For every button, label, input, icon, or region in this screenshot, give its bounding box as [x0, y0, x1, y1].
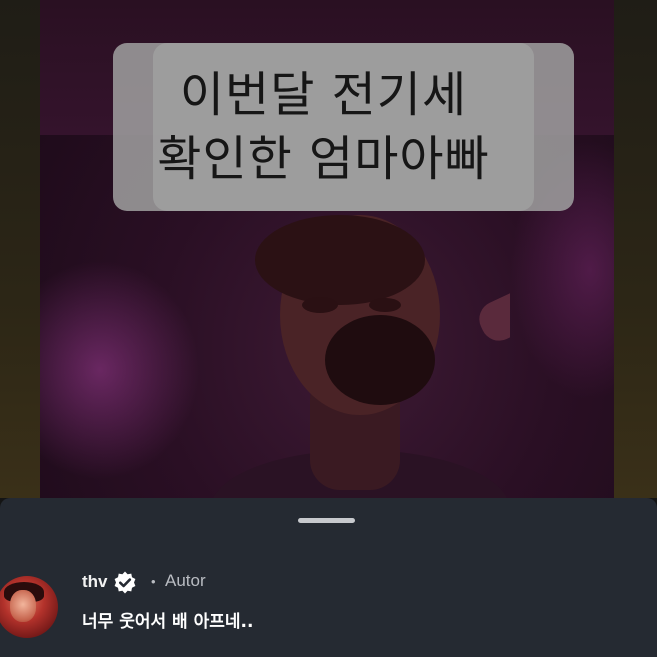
singer-silhouette: [213, 215, 510, 498]
meta-separator: •: [151, 574, 156, 589]
video-caption-box: 이번달 전기세 확인한 엄마아빠: [113, 43, 534, 211]
author-tag: Autor: [165, 571, 206, 590]
verified-badge-icon: [114, 571, 136, 594]
comments-sheet: thv • Autor 너무 웃어서 배 아프네..: [0, 498, 657, 657]
comment-username[interactable]: thv: [82, 572, 108, 592]
background-left-strip: [0, 0, 40, 498]
caption-line-1: 이번달 전기세: [179, 67, 468, 123]
comment-text: 너무 웃어서 배 아프네..: [82, 612, 254, 632]
background-right-strip: [614, 0, 657, 498]
caption-line-2: 확인한 엄마아빠: [157, 131, 490, 187]
sheet-drag-handle[interactable]: [298, 518, 355, 523]
avatar-face: [10, 590, 36, 622]
stage-light-left: [40, 260, 200, 480]
avatar[interactable]: [0, 576, 58, 638]
